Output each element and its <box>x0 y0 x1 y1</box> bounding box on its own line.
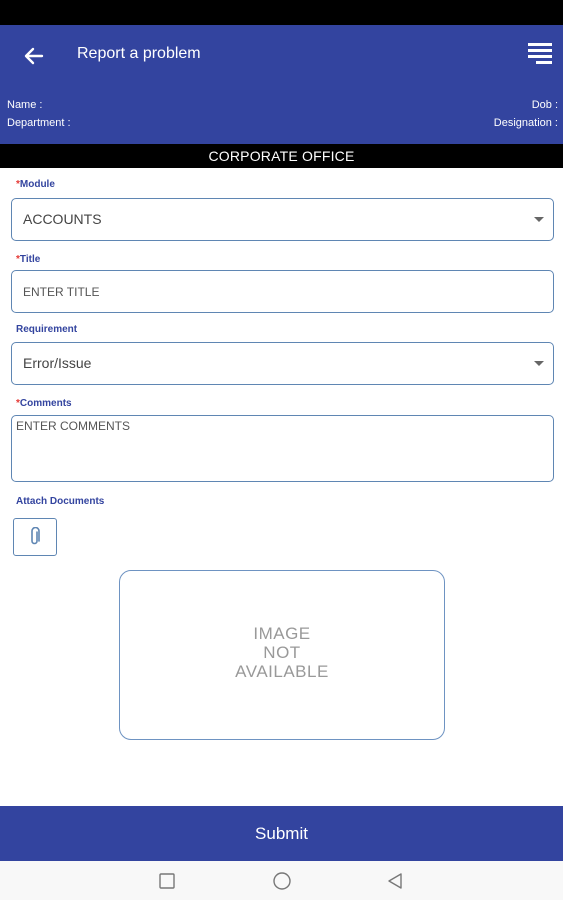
triangle-back-icon <box>388 873 402 889</box>
module-select-value: ACCOUNTS <box>23 211 102 227</box>
requirement-label: Requirement <box>16 324 78 335</box>
requirement-select[interactable]: Error/Issue <box>11 342 554 385</box>
module-label: *Module <box>16 179 55 190</box>
dropdown-arrow-icon <box>534 217 544 222</box>
title-label: *Title <box>16 254 41 265</box>
comments-label: *Comments <box>16 398 72 409</box>
title-input[interactable]: ENTER TITLE <box>11 270 554 313</box>
arrow-left-icon <box>24 47 44 65</box>
system-nav-bar <box>0 861 563 900</box>
square-icon <box>159 873 175 889</box>
profile-name-label: Name : <box>7 99 43 111</box>
status-bar <box>0 0 563 25</box>
image-preview: IMAGE NOT AVAILABLE <box>119 570 445 740</box>
menu-button[interactable] <box>526 42 552 68</box>
home-button[interactable] <box>272 872 292 897</box>
circle-icon <box>273 872 291 890</box>
attach-documents-label: Attach Documents <box>16 496 105 507</box>
menu-list-icon <box>528 43 552 46</box>
page-title: Report a problem <box>77 45 201 62</box>
image-not-available-text: IMAGE NOT AVAILABLE <box>235 624 329 681</box>
profile-designation-label: Designation : <box>493 117 558 129</box>
profile-dob-label: Dob : <box>531 99 558 111</box>
submit-button[interactable]: Submit <box>0 806 563 861</box>
back-nav-button[interactable] <box>386 872 404 895</box>
requirement-select-value: Error/Issue <box>23 355 92 371</box>
comments-textarea[interactable]: ENTER COMMENTS <box>11 415 554 482</box>
paperclip-icon <box>31 527 40 545</box>
module-select[interactable]: ACCOUNTS <box>11 198 554 241</box>
app-header: Report a problem Name : Department : Dob… <box>0 25 563 144</box>
title-placeholder: ENTER TITLE <box>23 285 100 299</box>
profile-department-label: Department : <box>7 117 71 129</box>
back-button[interactable] <box>20 42 48 70</box>
dropdown-arrow-icon <box>534 361 544 366</box>
office-banner: CORPORATE OFFICE <box>0 144 563 168</box>
attach-button[interactable] <box>13 518 57 556</box>
recents-button[interactable] <box>158 872 176 895</box>
comments-placeholder: ENTER COMMENTS <box>16 419 130 433</box>
